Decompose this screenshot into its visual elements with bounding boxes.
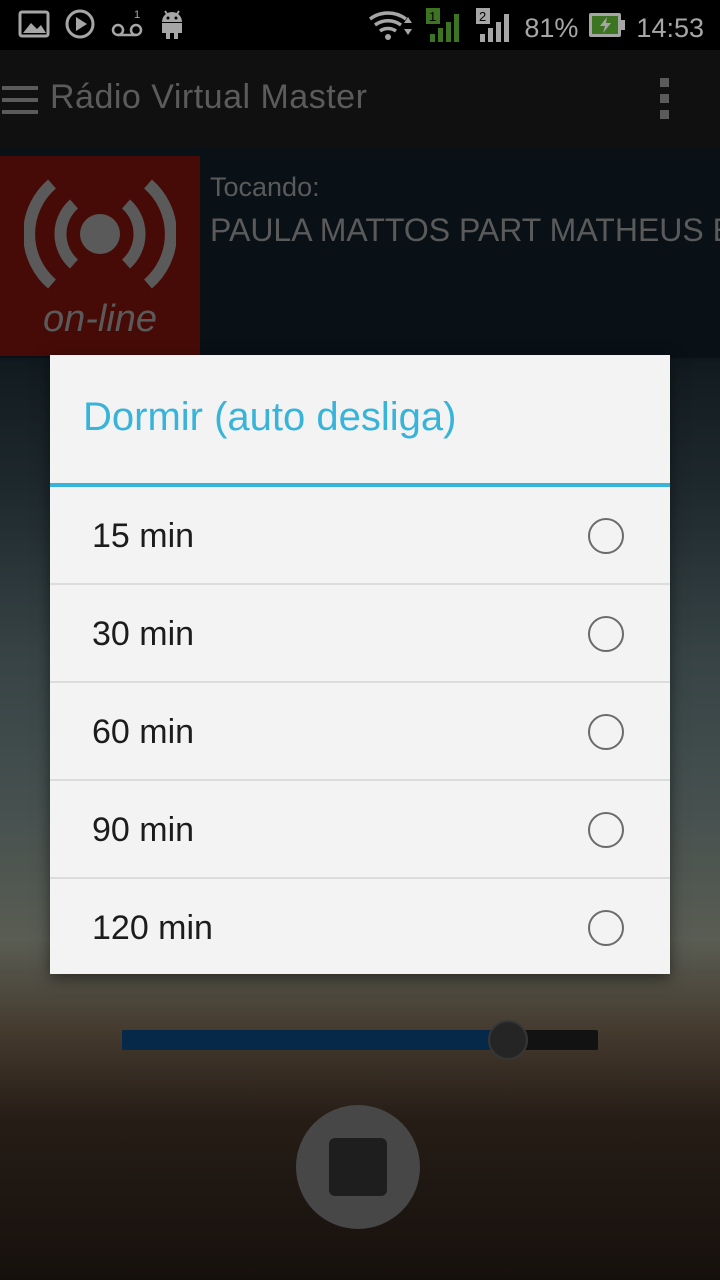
radio-button[interactable]: [588, 812, 624, 848]
timer-option-60[interactable]: 60 min: [50, 683, 670, 781]
timer-option-90[interactable]: 90 min: [50, 781, 670, 879]
option-label: 60 min: [92, 713, 195, 751]
option-label: 30 min: [92, 615, 195, 653]
option-label: 15 min: [92, 517, 195, 555]
timer-options-list: 15 min 30 min 60 min 90 min 120 min: [50, 487, 670, 977]
timer-option-120[interactable]: 120 min: [50, 879, 670, 977]
option-label: 120 min: [92, 909, 213, 947]
sleep-timer-dialog: Dormir (auto desliga) 15 min 30 min 60 m…: [50, 355, 670, 974]
timer-option-30[interactable]: 30 min: [50, 585, 670, 683]
option-label: 90 min: [92, 811, 195, 849]
radio-button[interactable]: [588, 518, 624, 554]
radio-button[interactable]: [588, 714, 624, 750]
dialog-title: Dormir (auto desliga): [83, 395, 457, 439]
radio-button[interactable]: [588, 910, 624, 946]
timer-option-15[interactable]: 15 min: [50, 487, 670, 585]
radio-button[interactable]: [588, 616, 624, 652]
